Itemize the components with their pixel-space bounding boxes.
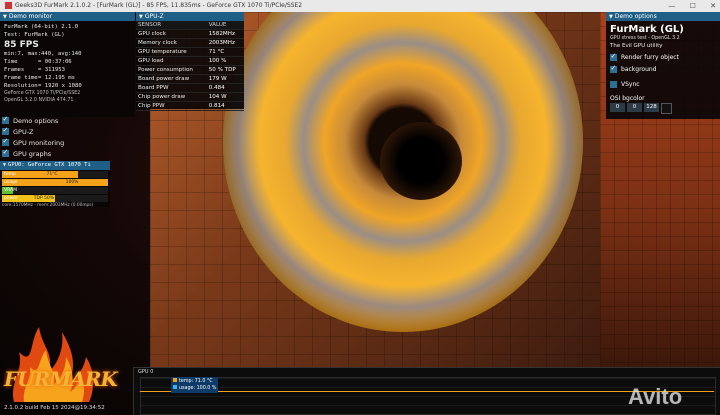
furmark-logo: FURMARK	[4, 367, 118, 391]
checkbox[interactable]	[2, 137, 9, 146]
graph-legend: temp: 71.0 °C usage: 100.0 %	[171, 377, 219, 393]
demo-options-header[interactable]: ▼ Demo options	[606, 12, 720, 21]
maximize-button[interactable]: ☐	[690, 2, 696, 10]
usage-bar: usage 100%	[2, 179, 108, 186]
gpuz-panel: ▼ GPU-Z SENSOR VALUE GPU clock 1582MHz Memo…	[136, 12, 244, 111]
gpuz-table: SENSOR VALUE GPU clock 1582MHz Memory cloc…	[136, 21, 244, 111]
toggle-gpu-graphs[interactable]: GPU graphs	[2, 148, 134, 159]
temp-bar: temp 71°C	[2, 171, 108, 178]
column-header: SENSOR	[136, 21, 207, 30]
table-row: Memory clock 2003MHz	[136, 38, 244, 48]
table-row: Chip PPW 0.814	[136, 101, 244, 111]
table-row: GPU clock 1582MHz	[136, 29, 244, 39]
fps-minmax: min:7, max:440, avg:140	[4, 51, 82, 57]
color-swatch[interactable]	[661, 103, 672, 114]
toggle-demo-options[interactable]: Demo options	[2, 115, 134, 126]
demo-title: FurMark (GL)	[610, 24, 684, 35]
furmark-flame-icon	[12, 327, 94, 402]
stat-value: = 311953	[38, 67, 65, 73]
table-row: Chip power draw 104 W	[136, 92, 244, 102]
render-viewport: ▼ Demo monitor FurMark (64-bit) 2.1.0 Tes…	[0, 12, 720, 415]
legend-temp: temp: 71.0 °C	[179, 379, 213, 384]
osi-r-input[interactable]: 0	[610, 103, 625, 112]
osi-bgcolor-label: OSI bgcolor	[610, 95, 645, 102]
checkbox[interactable]	[610, 64, 617, 73]
minimize-button[interactable]: —	[668, 2, 675, 10]
close-button[interactable]: ✕	[710, 2, 716, 10]
demo-monitor-header[interactable]: ▼ Demo monitor	[0, 12, 135, 21]
build-info: 2.1.0.2 build Feb 15 2024@19:34:52	[4, 405, 105, 411]
render-furry-toggle[interactable]: Render furry object	[606, 51, 720, 63]
window-title: Geeks3D FurMark 2.1.0.2 - [FurMark (GL)]…	[15, 2, 303, 9]
checkbox[interactable]	[610, 52, 617, 61]
stat-label: Frames	[4, 67, 25, 73]
toggle-gpu-monitoring[interactable]: GPU monitoring	[2, 137, 134, 148]
column-header: VALUE	[206, 21, 244, 30]
demo-tagline: The Evil GPU utility	[610, 43, 663, 49]
collapse-triangle-icon[interactable]: ▼	[3, 13, 7, 22]
demo-subtitle: GPU stress test - OpenGL 3.2	[610, 36, 680, 41]
vram-bar: VRAM 10% (780 MB)	[2, 187, 108, 194]
window-titlebar: Geeks3D FurMark 2.1.0.2 - [FurMark (GL)]…	[0, 0, 720, 12]
collapse-triangle-icon[interactable]: ▼	[609, 13, 613, 22]
avito-watermark: Avito	[628, 384, 683, 409]
vsync-toggle[interactable]: VSync	[606, 78, 720, 90]
osi-g-input[interactable]: 0	[627, 103, 642, 112]
graph-label: GPU 0	[138, 369, 154, 375]
checkbox[interactable]	[610, 80, 617, 88]
power-bar: power TDP 50% PPW 0.814	[2, 195, 108, 202]
app-version: FurMark (64-bit) 2.1.0	[4, 24, 79, 30]
table-row: GPU load 100 %	[136, 56, 244, 66]
stat-value: = 00:37:06	[38, 59, 72, 65]
demo-options-panel: ▼ Demo options FurMark (GL) GPU stress te…	[606, 12, 720, 119]
clock-footer: core:1570MHz - mem:2003MHz (0.00mps)	[2, 203, 94, 208]
stat-label: Time	[4, 59, 18, 65]
osi-b-input[interactable]: 128	[644, 103, 659, 112]
gpu-monitor-header[interactable]: ▼ GPU0: GeForce GTX 1070 Ti	[0, 161, 110, 170]
stat-value: = 12.195 ms	[38, 75, 76, 81]
gpu-monitor-panel: ▼ GPU0: GeForce GTX 1070 Ti temp 71°C usag…	[0, 161, 110, 208]
opengl-version: OpenGL 3.2.0 NVIDIA 474.71	[4, 98, 74, 103]
panel-toggles: Demo options GPU-Z GPU monitoring GPU gr…	[2, 115, 134, 159]
background-toggle[interactable]: background	[606, 63, 720, 75]
checkbox[interactable]	[2, 148, 9, 157]
gpu-name: GeForce GTX 1070 Ti/PCIe/SSE2	[4, 91, 81, 96]
legend-swatch	[173, 385, 177, 389]
legend-swatch	[173, 378, 177, 382]
stat-value: = 1920 x 1080	[38, 83, 82, 89]
table-row: Power consumption 50 % TDP	[136, 65, 244, 75]
stat-label: Resolution	[4, 83, 38, 89]
collapse-triangle-icon[interactable]: ▼	[3, 161, 6, 170]
demo-monitor-panel: ▼ Demo monitor FurMark (64-bit) 2.1.0 Tes…	[0, 12, 135, 117]
fps-value: 85 FPS	[4, 40, 39, 50]
checkbox[interactable]	[2, 115, 9, 124]
legend-usage: usage: 100.0 %	[179, 386, 217, 391]
toggle-gpu-z[interactable]: GPU-Z	[2, 126, 134, 137]
gpuz-header[interactable]: ▼ GPU-Z	[136, 12, 244, 21]
table-row: Board power draw 179 W	[136, 74, 244, 84]
table-row: GPU temperature 71 °C	[136, 47, 244, 57]
app-icon	[5, 2, 12, 9]
table-row: Board PPW 0.484	[136, 83, 244, 93]
checkbox[interactable]	[2, 126, 9, 135]
test-name: Test: FurMark (GL)	[4, 32, 65, 38]
stat-label: Frame time	[4, 75, 38, 81]
